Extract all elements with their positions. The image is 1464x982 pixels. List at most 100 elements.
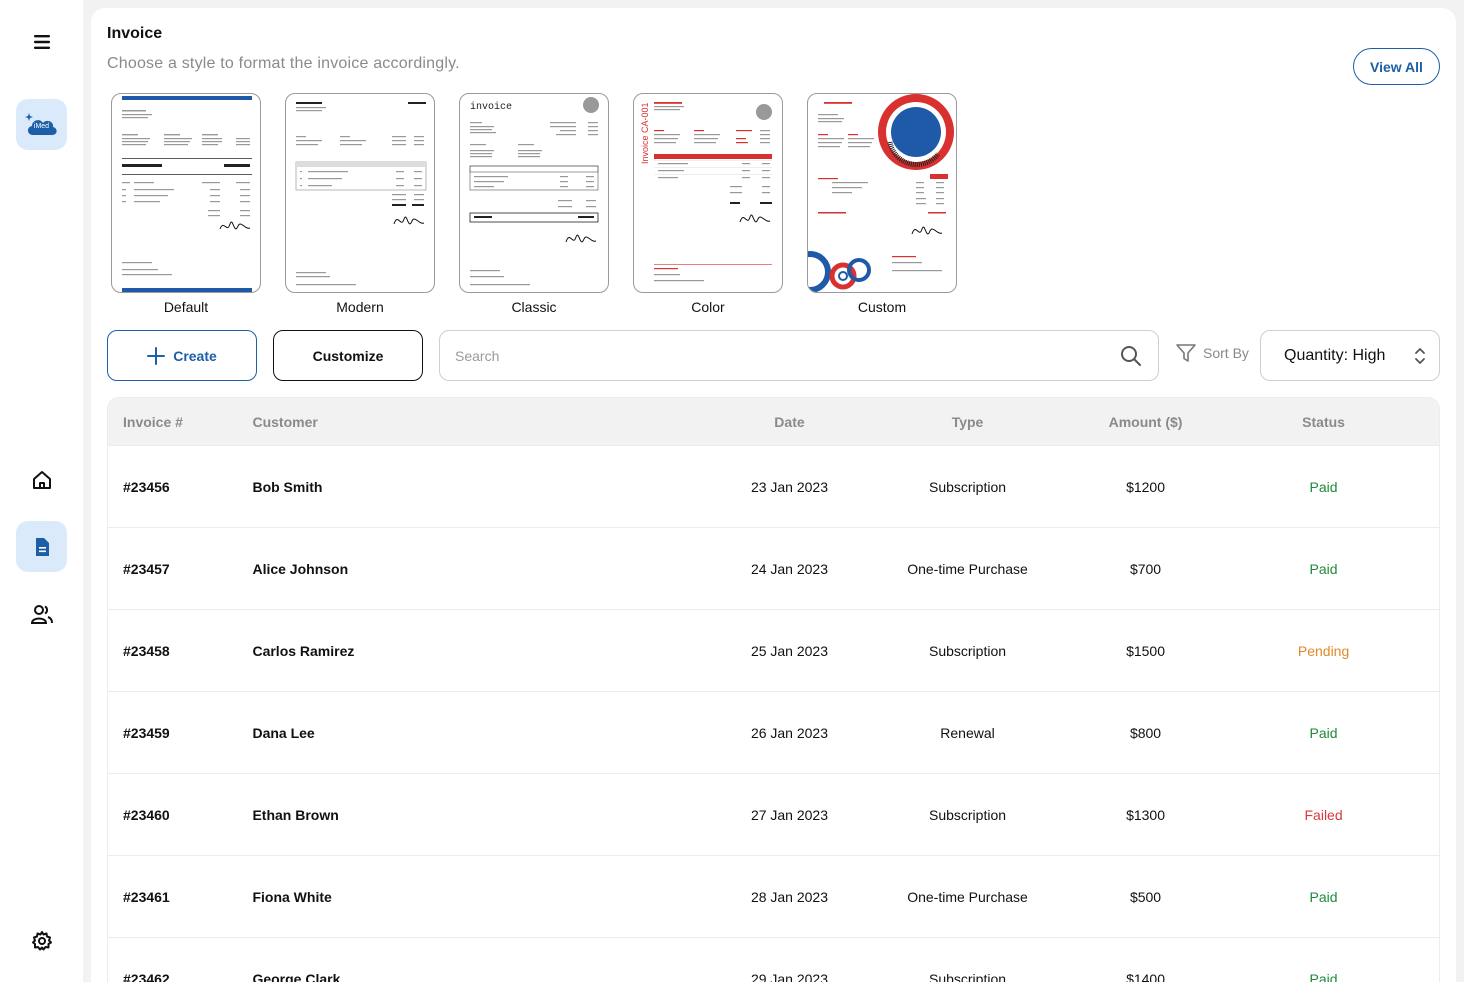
template-preview — [285, 93, 435, 293]
template-classic[interactable]: invoice Classic — [459, 93, 609, 315]
app-logo[interactable]: iMed — [16, 99, 67, 150]
page-subtitle: Choose a style to format the invoice acc… — [107, 55, 460, 72]
status-badge: Paid — [1309, 724, 1338, 741]
invoice-type: Renewal — [940, 724, 995, 741]
table-header: Invoice # Customer Date Type Amount ($) … — [108, 398, 1439, 445]
svg-text:Invoice CA-001: Invoice CA-001 — [640, 102, 650, 164]
customer-name: Ethan Brown — [252, 806, 339, 823]
sidebar: iMed — [0, 0, 83, 982]
template-custom[interactable]: Custom — [807, 93, 957, 315]
invoice-amount: $1400 — [1126, 970, 1165, 982]
invoice-date: 23 Jan 2023 — [750, 478, 829, 495]
invoice-type: One-time Purchase — [907, 560, 1028, 577]
home-icon — [32, 470, 51, 489]
invoice-number: #23459 — [123, 724, 170, 741]
menu-button[interactable] — [16, 16, 67, 67]
sort-select[interactable]: Quantity: High — [1260, 330, 1440, 381]
invoice-type: Subscription — [928, 642, 1007, 659]
table-row[interactable]: #23458 Carlos Ramirez 25 Jan 2023 Subscr… — [108, 609, 1439, 691]
invoice-number: #23456 — [123, 478, 170, 495]
template-preview — [807, 93, 957, 293]
invoice-date: 24 Jan 2023 — [750, 560, 829, 577]
table-row[interactable]: #23462 George Clark 29 Jan 2023 Subscrip… — [108, 937, 1439, 982]
invoice-number: #23462 — [123, 970, 170, 982]
customer-name: Dana Lee — [252, 724, 315, 741]
create-label: Create — [173, 347, 217, 364]
invoice-number: #23457 — [123, 560, 170, 577]
table-row[interactable]: #23457 Alice Johnson 24 Jan 2023 One-tim… — [108, 527, 1439, 609]
svg-text:invoice: invoice — [470, 101, 512, 113]
template-preview: Invoice CA-001 — [633, 93, 783, 293]
customize-button[interactable]: Customize — [273, 330, 423, 381]
customer-name: George Clark — [252, 970, 341, 982]
template-label: Default — [163, 299, 209, 315]
create-button[interactable]: Create — [107, 330, 257, 381]
template-default[interactable]: Default — [111, 93, 261, 315]
invoice-date: 27 Jan 2023 — [750, 806, 829, 823]
nav-invoices[interactable] — [16, 521, 67, 572]
table-row[interactable]: #23460 Ethan Brown 27 Jan 2023 Subscript… — [108, 773, 1439, 855]
gear-icon — [31, 930, 52, 950]
invoice-number: #23458 — [123, 642, 170, 659]
invoice-date: 26 Jan 2023 — [750, 724, 829, 741]
customer-name: Alice Johnson — [252, 560, 349, 577]
column-header-date[interactable]: Date — [727, 414, 852, 430]
nav-settings[interactable] — [16, 915, 67, 966]
customer-name: Carlos Ramirez — [252, 642, 355, 659]
table-row[interactable]: #23461 Fiona White 28 Jan 2023 One-time … — [108, 855, 1439, 937]
nav-users[interactable] — [16, 588, 67, 639]
template-label: Custom — [857, 299, 907, 315]
customer-name: Bob Smith — [252, 478, 323, 495]
table-row[interactable]: #23459 Dana Lee 26 Jan 2023 Renewal $800… — [108, 691, 1439, 773]
page-title: Invoice — [107, 25, 163, 42]
sort-by-label: Sort By — [1203, 345, 1249, 361]
invoice-amount: $1300 — [1126, 806, 1165, 823]
main-panel: Invoice Choose a style to format the inv… — [91, 8, 1456, 982]
status-badge: Paid — [1309, 970, 1338, 982]
template-color[interactable]: Invoice CA-001 Color — [633, 93, 783, 315]
status-badge: Paid — [1309, 478, 1338, 495]
customer-name: Fiona White — [252, 888, 332, 905]
status-badge: Pending — [1297, 642, 1350, 659]
invoice-amount: $700 — [1129, 560, 1162, 577]
view-all-button[interactable]: View All — [1353, 48, 1440, 85]
sort-by[interactable]: Sort By — [1175, 342, 1249, 364]
invoice-date: 28 Jan 2023 — [750, 888, 829, 905]
template-label: Color — [691, 299, 725, 315]
template-label: Classic — [511, 299, 557, 315]
template-modern[interactable]: Modern — [285, 93, 435, 315]
search-icon[interactable] — [1120, 345, 1142, 367]
invoice-table: Invoice # Customer Date Type Amount ($) … — [107, 397, 1440, 982]
invoice-type: Subscription — [928, 478, 1007, 495]
template-label: Modern — [336, 299, 384, 315]
search-box — [439, 330, 1159, 381]
sort-select-value: Quantity: High — [1284, 346, 1386, 364]
nav-home[interactable] — [16, 454, 67, 505]
column-header-type[interactable]: Type — [852, 414, 1083, 430]
column-header-invoice[interactable]: Invoice # — [108, 414, 237, 430]
invoice-type: Subscription — [928, 970, 1007, 982]
status-badge: Paid — [1309, 888, 1338, 905]
template-preview: invoice — [459, 93, 609, 293]
invoice-amount: $500 — [1129, 888, 1162, 905]
invoice-type: One-time Purchase — [907, 888, 1028, 905]
invoice-type: Subscription — [928, 806, 1007, 823]
invoice-number: #23460 — [123, 806, 170, 823]
column-header-status[interactable]: Status — [1208, 414, 1439, 430]
search-input[interactable] — [455, 331, 1095, 380]
invoice-number: #23461 — [123, 888, 170, 905]
invoice-date: 25 Jan 2023 — [750, 642, 829, 659]
chevron-updown-icon — [1415, 348, 1425, 364]
invoice-amount: $1500 — [1126, 642, 1165, 659]
template-preview — [111, 93, 261, 293]
document-icon — [35, 537, 49, 556]
column-header-customer[interactable]: Customer — [237, 414, 726, 430]
column-header-amount[interactable]: Amount ($) — [1083, 414, 1208, 430]
users-icon — [30, 604, 53, 624]
status-badge: Paid — [1309, 560, 1338, 577]
invoice-amount: $1200 — [1126, 478, 1165, 495]
filter-icon — [1176, 344, 1196, 362]
logo-text: iMed — [33, 123, 50, 130]
invoice-amount: $800 — [1129, 724, 1162, 741]
table-row[interactable]: #23456 Bob Smith 23 Jan 2023 Subscriptio… — [108, 445, 1439, 527]
